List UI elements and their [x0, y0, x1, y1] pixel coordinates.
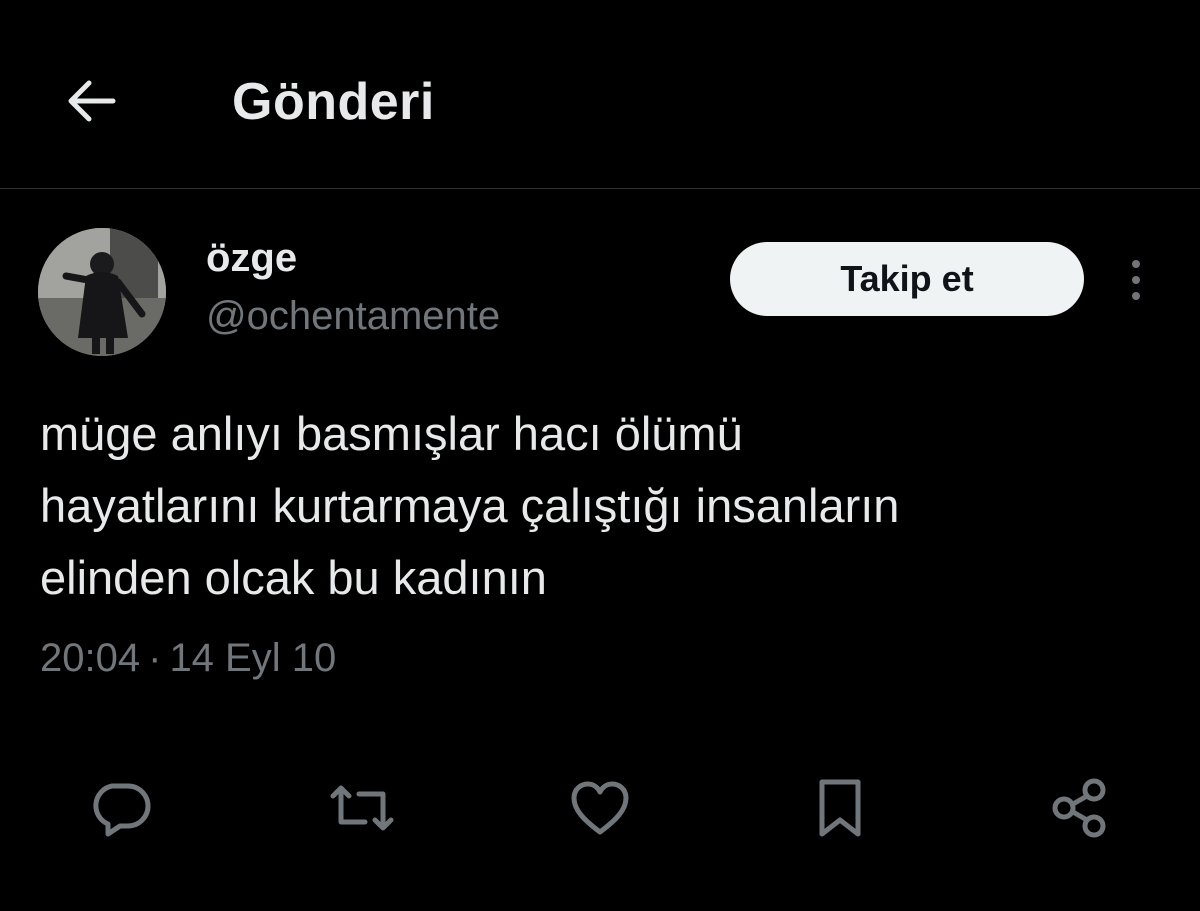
retweet-icon [330, 785, 394, 831]
tweet-timestamp[interactable]: 20:04 · 14 Eyl 10 [40, 636, 336, 681]
author-handle[interactable]: @ochentamente [206, 294, 500, 339]
retweet-button[interactable] [326, 772, 398, 844]
author-display-name[interactable]: özge [206, 236, 297, 281]
reply-button[interactable] [84, 772, 156, 844]
more-options-button[interactable] [1116, 252, 1156, 308]
page-title: Gönderi [232, 73, 435, 131]
like-button[interactable] [564, 772, 636, 844]
meta-separator: · [148, 636, 162, 680]
reply-icon [93, 783, 151, 837]
tweet-text: müge anlıyı basmışlar hacı ölümü hayatla… [40, 407, 900, 604]
tweet-time: 20:04 [40, 636, 141, 680]
share-icon [1052, 778, 1106, 838]
avatar[interactable] [38, 228, 166, 356]
like-icon [571, 781, 629, 835]
bookmark-button[interactable] [804, 772, 876, 844]
follow-button[interactable]: Takip et [730, 242, 1084, 316]
avatar-photo [38, 228, 166, 356]
tweet-date: 14 Eyl 10 [169, 636, 337, 680]
top-bar: Gönderi [0, 0, 1200, 189]
back-button[interactable] [56, 66, 126, 136]
arrow-left-icon [68, 80, 116, 122]
bookmark-icon [819, 779, 861, 837]
more-vertical-icon [1132, 260, 1140, 300]
share-button[interactable] [1044, 772, 1116, 844]
